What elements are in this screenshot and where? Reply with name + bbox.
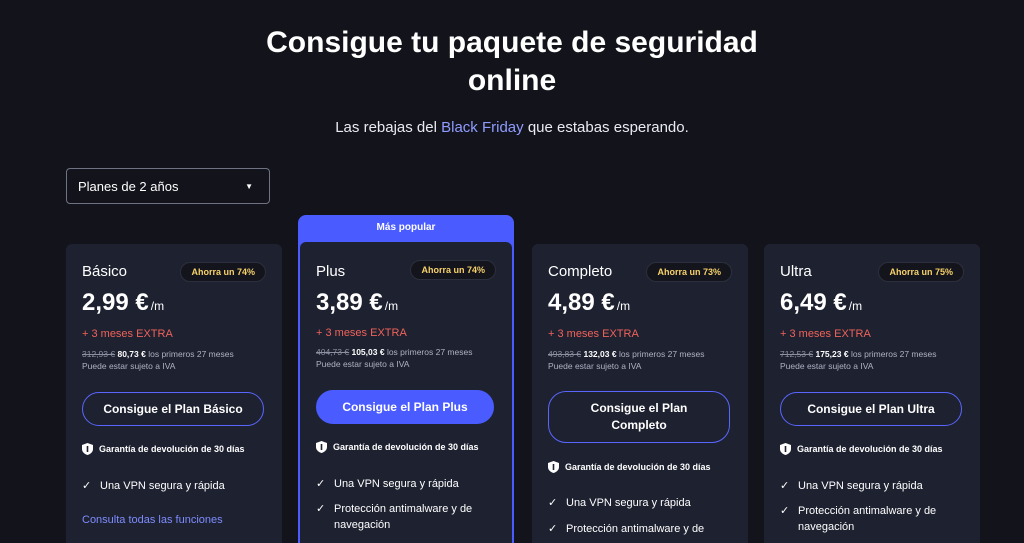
guarantee-text: Garantía de devolución de 30 días (565, 462, 711, 472)
feature-text: Una VPN segura y rápida (798, 480, 923, 492)
plan-name: Plus (316, 263, 346, 280)
feature-item: ✓ Una VPN segura y rápida (82, 478, 262, 494)
get-plan-plus-button[interactable]: Consigue el Plan Plus (316, 390, 494, 424)
money-back-guarantee: Garantía de devolución de 30 días (548, 461, 711, 473)
guarantee-text: Garantía de devolución de 30 días (99, 444, 245, 454)
feature-item: ✓ Protección antimalware y de navegación (316, 501, 496, 533)
period-note: los primeros 27 meses (386, 347, 473, 357)
get-plan-basico-button[interactable]: Consigue el Plan Básico (82, 392, 264, 426)
check-icon: ✓ (82, 480, 92, 492)
feature-text: Una VPN segura y rápida (566, 497, 691, 509)
see-all-features-link[interactable]: Consulta todas las funciones (82, 514, 223, 526)
price-amount: 3,89 € (316, 289, 383, 316)
discount-badge: Ahorra un 75% (878, 262, 964, 282)
tax-note: Puede estar sujeto a IVA (548, 361, 642, 371)
period-note: los primeros 27 meses (850, 349, 937, 359)
extra-months-note: + 3 meses EXTRA (780, 328, 871, 340)
feature-text: Protección antimalware y de navegación (798, 505, 937, 533)
shield-icon (548, 461, 559, 473)
billing-terms: 493,83 € 132,03 € los primeros 27 meses … (548, 348, 748, 372)
discount-badge: Ahorra un 74% (180, 262, 266, 282)
subtitle-text-after: que estabas esperando. (523, 119, 689, 136)
subtitle-highlight: Black Friday (441, 119, 524, 136)
check-icon: ✓ (316, 503, 326, 515)
plan-card-ultra: Ultra Ahorra un 75% 6,49 €/m + 3 meses E… (764, 244, 980, 543)
extra-months-note: + 3 meses EXTRA (316, 327, 407, 339)
check-icon: ✓ (548, 497, 558, 509)
plan-card-plus: Plus Ahorra un 74% 3,89 €/m + 3 meses EX… (300, 242, 512, 543)
discounted-total: 80,73 € (117, 349, 146, 359)
plan-name: Completo (548, 263, 613, 280)
page-title: Consigue tu paquete de seguridad online (0, 24, 1024, 100)
check-icon: ✓ (316, 478, 326, 490)
billing-terms: 312,93 € 80,73 € los primeros 27 meses P… (82, 348, 282, 372)
discounted-total: 175,23 € (815, 349, 849, 359)
billing-terms: 404,73 € 105,03 € los primeros 27 meses … (316, 346, 516, 370)
period-note: los primeros 27 meses (618, 349, 705, 359)
page-title-line-2: online (467, 64, 557, 97)
money-back-guarantee: Garantía de devolución de 30 días (82, 443, 245, 455)
plan-term-dropdown[interactable]: Planes de 2 años ▼ (66, 168, 270, 204)
get-plan-ultra-button[interactable]: Consigue el Plan Ultra (780, 392, 962, 426)
shield-icon (82, 443, 93, 455)
plan-name: Básico (82, 263, 128, 280)
plan-card-basico: Básico Ahorra un 74% 2,99 €/m + 3 meses … (66, 244, 282, 543)
plan-price: 2,99 €/m (82, 289, 164, 317)
guarantee-text: Garantía de devolución de 30 días (797, 444, 943, 454)
plan-name: Ultra (780, 263, 812, 280)
price-amount: 6,49 € (780, 289, 847, 316)
original-total: 712,53 € (780, 349, 814, 359)
guarantee-text: Garantía de devolución de 30 días (333, 442, 479, 452)
subtitle-text-before: Las rebajas del (335, 119, 442, 136)
tax-note: Puede estar sujeto a IVA (82, 361, 176, 371)
feature-text: Una VPN segura y rápida (100, 480, 225, 492)
caret-down-icon: ▼ (245, 181, 253, 191)
feature-item: ✓ Una VPN segura y rápida (780, 478, 960, 494)
shield-icon (316, 441, 327, 453)
check-icon: ✓ (548, 523, 558, 535)
price-amount: 2,99 € (82, 289, 149, 316)
feature-item: ✓ Una VPN segura y rápida (316, 476, 496, 492)
discount-badge: Ahorra un 74% (410, 260, 496, 280)
discounted-total: 105,03 € (351, 347, 385, 357)
plan-price: 6,49 €/m (780, 289, 862, 317)
page-title-line-1: Consigue tu paquete de seguridad (266, 26, 758, 59)
period-note: los primeros 27 meses (148, 349, 234, 359)
page-subtitle: Las rebajas del Black Friday que estabas… (0, 119, 1024, 136)
feature-item: ✓ Protección antimalware y de navegación (780, 503, 960, 535)
feature-text: Una VPN segura y rápida (334, 478, 459, 490)
shield-icon (780, 443, 791, 455)
money-back-guarantee: Garantía de devolución de 30 días (780, 443, 943, 455)
feature-text: Protección antimalware y de navegación (334, 503, 473, 531)
check-icon: ✓ (780, 480, 790, 492)
price-period: /m (616, 299, 631, 313)
extra-months-note: + 3 meses EXTRA (82, 328, 173, 340)
feature-text: Protección antimalware y de (566, 523, 705, 535)
tax-note: Puede estar sujeto a IVA (316, 359, 410, 369)
price-amount: 4,89 € (548, 289, 615, 316)
tax-note: Puede estar sujeto a IVA (780, 361, 874, 371)
plan-term-value: Planes de 2 años (78, 178, 179, 194)
discount-badge: Ahorra un 73% (646, 262, 732, 282)
price-period: /m (384, 299, 399, 313)
extra-months-note: + 3 meses EXTRA (548, 328, 639, 340)
feature-item: ✓ Una VPN segura y rápida (548, 495, 728, 511)
plan-price: 4,89 €/m (548, 289, 630, 317)
original-total: 493,83 € (548, 349, 582, 359)
price-period: /m (150, 299, 165, 313)
get-plan-completo-button[interactable]: Consigue el Plan Completo (548, 391, 730, 443)
check-icon: ✓ (780, 505, 790, 517)
original-total: 312,93 € (82, 349, 116, 359)
original-total: 404,73 € (316, 347, 350, 357)
most-popular-label: Más popular (376, 222, 436, 233)
discounted-total: 132,03 € (583, 349, 617, 359)
billing-terms: 712,53 € 175,23 € los primeros 27 meses … (780, 348, 980, 372)
money-back-guarantee: Garantía de devolución de 30 días (316, 441, 479, 453)
feature-item: ✓ Protección antimalware y de (548, 521, 728, 537)
plan-card-completo: Completo Ahorra un 73% 4,89 €/m + 3 mese… (532, 244, 748, 543)
price-period: /m (848, 299, 863, 313)
plan-price: 3,89 €/m (316, 289, 398, 317)
